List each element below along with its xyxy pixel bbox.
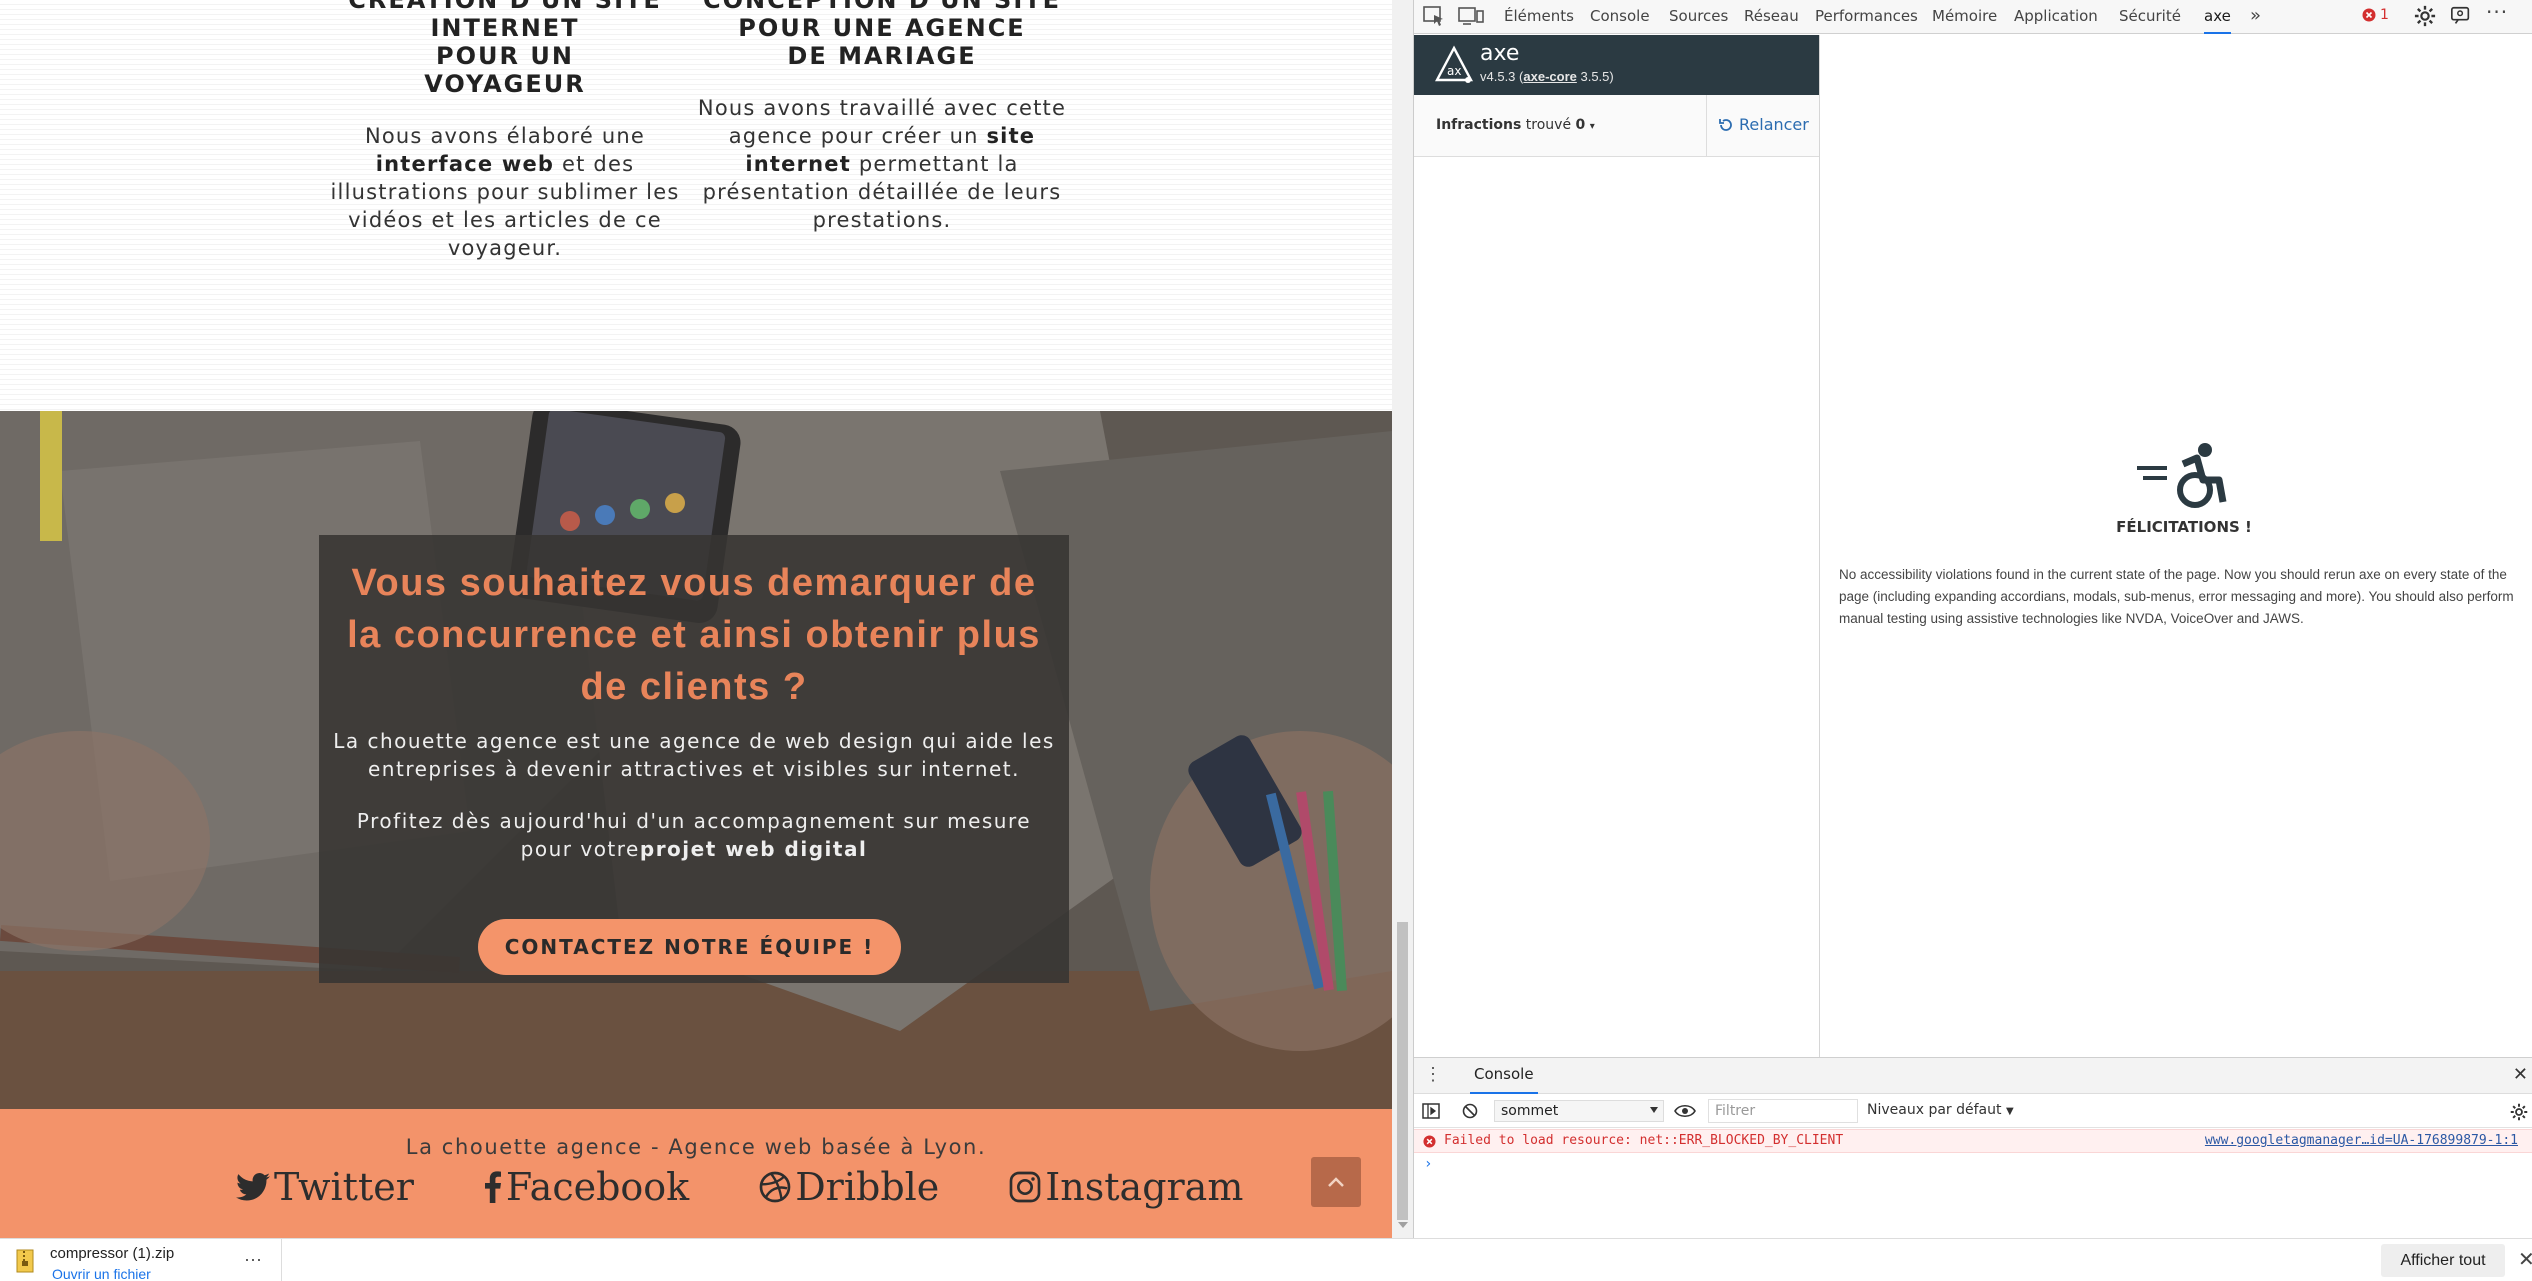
scrollbar-thumb[interactable] (1397, 922, 1408, 1220)
close-drawer-icon[interactable]: ✕ (2513, 1064, 2528, 1085)
project-card-mariage: CONCEPTION D'UN SITE POUR UNE AGENCE DE … (697, 0, 1067, 234)
issues-found-dropdown[interactable]: Infractions trouvé 0 ▾ (1436, 117, 1595, 133)
console-toolbar: sommet Filtrer Niveaux par défaut ▼ (1414, 1094, 2532, 1128)
tab-security[interactable]: Sécurité (2119, 0, 2181, 34)
congrats-title: FÉLICITATIONS ! (2116, 518, 2252, 536)
tab-elements[interactable]: Éléments (1504, 0, 1574, 34)
axe-version: v4.5.3 (axe-core 3.5.5) (1480, 69, 1614, 84)
project-title-partial: CONCEPTION D'UN SITE (702, 0, 1062, 14)
accessibility-wheelchair-icon (2137, 443, 2227, 508)
tab-memory[interactable]: Mémoire (1932, 0, 1997, 34)
facebook-link[interactable]: Facebook (484, 1165, 689, 1209)
twitter-icon (236, 1173, 270, 1201)
settings-gear-icon[interactable] (2414, 5, 2436, 27)
issues-list (1414, 157, 1820, 1057)
instagram-link[interactable]: Instagram (1009, 1165, 1243, 1209)
project-description: Nous avons élaboré une interface web et … (330, 124, 680, 260)
dribbble-icon (759, 1171, 791, 1203)
projects-section (0, 0, 1392, 411)
hero-section: Vous souhaitez vous demarquer de la conc… (0, 411, 1392, 1109)
live-expression-eye-icon[interactable] (1674, 1104, 1696, 1118)
tab-console[interactable]: Console (1590, 0, 1650, 34)
tab-sources[interactable]: Sources (1669, 0, 1728, 34)
console-drawer: ⋮ Console ✕ sommet Filtrer Niveaux par d… (1414, 1057, 2532, 1238)
project-title: CRÉATION D'UN SITE INTERNET POUR UN VOYA… (320, 0, 690, 98)
console-settings-gear-icon[interactable] (2510, 1103, 2528, 1121)
footer-tagline: La chouette agence - Agence web basée à … (405, 1135, 987, 1159)
console-error-message: Failed to load resource: net::ERR_BLOCKE… (1414, 1129, 2532, 1153)
clear-console-icon[interactable] (1462, 1103, 1478, 1119)
axe-name: axe (1480, 41, 1520, 66)
axe-toolbar: Infractions trouvé 0 ▾ Relancer (1414, 95, 1820, 157)
social-links: Twitter Facebook Dribble Instagram (236, 1165, 1313, 1209)
caret-down-icon: ▼ (2005, 1106, 2014, 1117)
project-title-text: POUR UNE AGENCE DE MARIAGE (738, 14, 1026, 70)
error-counter[interactable]: 1 (2362, 7, 2389, 23)
project-title-partial: CRÉATION D'UN SITE (348, 0, 662, 14)
congrats-message: No accessibility violations found in the… (1839, 567, 2514, 626)
console-prompt[interactable]: › (1424, 1156, 1432, 1172)
facebook-icon (484, 1171, 501, 1203)
tab-application[interactable]: Application (2014, 0, 2098, 34)
scroll-to-top-button[interactable] (1311, 1157, 1361, 1207)
log-levels-dropdown[interactable]: Niveaux par défaut ▼ (1867, 1102, 2014, 1118)
project-description: Nous avons travaillé avec cette agence p… (697, 96, 1067, 232)
caret-down-icon (1650, 1107, 1658, 1113)
caret-down-icon: ▾ (1589, 121, 1595, 132)
error-icon (2362, 8, 2376, 22)
axe-logo-icon: ax (1435, 45, 1473, 83)
execution-context-select[interactable]: sommet (1494, 1100, 1664, 1122)
axe-header: ax axe v4.5.3 (axe-core 3.5.5) (1414, 35, 1820, 95)
project-title: CONCEPTION D'UN SITE POUR UNE AGENCE DE … (697, 0, 1067, 70)
chevron-up-icon (1328, 1177, 1344, 1187)
project-card-voyageur: CRÉATION D'UN SITE INTERNET POUR UN VOYA… (320, 0, 690, 262)
drawer-menu-icon[interactable]: ⋮ (1424, 1064, 1443, 1085)
more-options-icon[interactable]: ··· (2486, 0, 2508, 30)
drawer-tab-console[interactable]: Console (1470, 1058, 1538, 1094)
website-viewport: CRÉATION D'UN SITE INTERNET POUR UN VOYA… (0, 0, 1392, 1238)
error-source-link[interactable]: www.googletagmanager…id=UA-176899879-1:1 (2205, 1133, 2518, 1148)
dribbble-link[interactable]: Dribble (759, 1165, 939, 1209)
hero-text-offer: Profitez dès aujourd'hui d'un accompagne… (356, 809, 1032, 861)
devtools-panel: Éléments Console Sources Réseau Performa… (1414, 0, 2532, 1238)
download-file-name: compressor (1).zip (50, 1245, 175, 1262)
download-bar: compressor (1).zip Ouvrir un fichier ···… (0, 1238, 2532, 1281)
more-tabs-chevron-icon[interactable]: » (2250, 0, 2261, 34)
tab-axe[interactable]: axe (2204, 0, 2231, 34)
rerun-button[interactable]: Relancer (1718, 115, 1809, 134)
hero-card: Vous souhaitez vous demarquer de la conc… (319, 535, 1069, 983)
page-scrollbar[interactable] (1392, 0, 1413, 1238)
twitter-link[interactable]: Twitter (236, 1165, 414, 1209)
open-file-link[interactable]: Ouvrir un fichier (52, 1266, 151, 1281)
download-options-icon[interactable]: ··· (244, 1249, 262, 1270)
drawer-tab-bar: ⋮ Console ✕ (1414, 1058, 2532, 1094)
error-icon (1423, 1135, 1436, 1148)
project-title-text: INTERNET POUR UN VOYAGEUR (424, 14, 586, 98)
show-all-downloads-button[interactable]: Afficher tout (2381, 1244, 2505, 1277)
hero-text: La chouette agence est une agence de web… (333, 729, 1055, 781)
hero-title: Vous souhaitez vous demarquer de la conc… (347, 562, 1041, 708)
scroll-down-arrow-icon[interactable] (1398, 1222, 1408, 1228)
device-toolbar-icon[interactable] (1458, 5, 1484, 27)
devtools-tab-bar: Éléments Console Sources Réseau Performa… (1414, 0, 2532, 34)
refresh-icon (1719, 118, 1732, 131)
axe-core-link[interactable]: axe-core (1523, 69, 1576, 84)
svg-text:ax: ax (1447, 64, 1461, 78)
show-sidebar-icon[interactable] (1422, 1103, 1440, 1119)
feedback-icon[interactable] (2450, 5, 2472, 27)
site-footer: La chouette agence - Agence web basée à … (0, 1109, 1392, 1238)
inspect-element-icon[interactable] (1422, 5, 1446, 27)
close-download-bar-icon[interactable]: ✕ (2518, 1247, 2532, 1272)
tab-performance[interactable]: Performances (1815, 0, 1918, 34)
tab-network[interactable]: Réseau (1744, 0, 1799, 34)
zip-file-icon (16, 1249, 34, 1273)
download-item[interactable]: compressor (1).zip Ouvrir un fichier ··· (0, 1239, 282, 1281)
console-filter-input[interactable]: Filtrer (1708, 1099, 1858, 1123)
contact-team-button[interactable]: CONTACTEZ NOTRE ÉQUIPE ! (478, 919, 901, 975)
instagram-icon (1009, 1171, 1041, 1203)
